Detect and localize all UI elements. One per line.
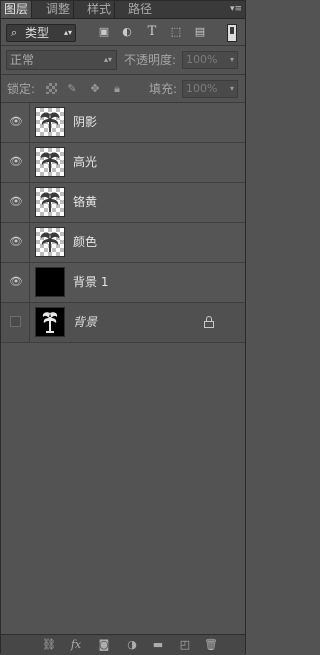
link-layers-icon[interactable]: ⛓︎ bbox=[42, 638, 56, 652]
eye-visibility-icon[interactable]: 👁︎ bbox=[9, 156, 23, 168]
panel-tab-bar: 图层 调整 样式 路径 ▾≡ bbox=[1, 1, 245, 19]
tab-paths[interactable]: 路径 bbox=[125, 1, 155, 18]
eye-visibility-icon[interactable]: 👁︎ bbox=[9, 196, 23, 208]
divider bbox=[1, 74, 245, 75]
opacity-field[interactable]: 100% ▾ bbox=[182, 51, 238, 69]
layers-footer-toolbar: ⛓︎ fx ◙ ◑ ▬ ◰ 🗑︎ bbox=[1, 634, 245, 655]
new-layer-icon[interactable]: ◰ bbox=[178, 638, 192, 652]
eye-visibility-icon[interactable]: 👁︎ bbox=[9, 236, 23, 248]
layer-thumbnail bbox=[35, 227, 65, 257]
layer-row[interactable]: 👁︎ 背景 1 bbox=[1, 263, 245, 303]
divider bbox=[1, 45, 245, 46]
layer-thumbnail bbox=[35, 307, 65, 337]
layer-list: 👁︎ 阴影 👁︎ 高光 👁︎ 铬黄 👁︎ 颜色 👁︎ 背景 1 背景 bbox=[1, 103, 245, 343]
shape-filter-icon[interactable]: ⬚ bbox=[169, 25, 183, 39]
fill-value: 100% bbox=[186, 82, 218, 95]
lock-pixels-icon[interactable]: ✎ bbox=[65, 82, 79, 96]
layer-name[interactable]: 铬黄 bbox=[73, 183, 97, 222]
layer-thumbnail bbox=[35, 107, 65, 137]
layer-thumbnail bbox=[35, 147, 65, 177]
layer-row[interactable]: 背景 bbox=[1, 303, 245, 343]
panel-menu-icon[interactable]: ▾≡ bbox=[230, 2, 242, 16]
smart-object-filter-icon[interactable]: ▤ bbox=[193, 25, 207, 39]
trash-icon[interactable]: 🗑︎ bbox=[204, 638, 218, 652]
tab-adjustments[interactable]: 调整 bbox=[43, 1, 75, 18]
divider bbox=[29, 143, 30, 182]
fill-label: 填充: bbox=[149, 82, 178, 96]
blend-mode-value: 正常 bbox=[10, 53, 35, 67]
lock-all-icon[interactable]: 🔒︎ bbox=[110, 82, 124, 96]
mask-icon[interactable]: ◙ bbox=[97, 638, 111, 652]
lock-icon bbox=[204, 316, 214, 328]
layer-thumbnail bbox=[35, 187, 65, 217]
layer-row[interactable]: 👁︎ 高光 bbox=[1, 143, 245, 183]
lock-label: 锁定: bbox=[7, 82, 36, 96]
divider bbox=[29, 183, 30, 222]
lock-position-icon[interactable]: ✥ bbox=[88, 82, 102, 96]
layer-name[interactable]: 阴影 bbox=[73, 103, 97, 142]
layer-row[interactable]: 👁︎ 阴影 bbox=[1, 103, 245, 143]
layer-row[interactable]: 👁︎ 颜色 bbox=[1, 223, 245, 263]
divider bbox=[29, 263, 30, 302]
eye-visibility-icon[interactable]: 👁︎ bbox=[9, 116, 23, 128]
updown-arrow-icon: ▴▾ bbox=[63, 28, 72, 37]
opacity-value: 100% bbox=[186, 53, 218, 66]
fill-field[interactable]: 100% ▾ bbox=[182, 80, 238, 98]
divider bbox=[29, 103, 30, 142]
layer-name[interactable]: 高光 bbox=[73, 143, 97, 182]
blend-mode-dropdown[interactable]: 正常 ▴▾ bbox=[6, 50, 117, 70]
lock-transparency-icon[interactable] bbox=[46, 83, 57, 94]
layer-name[interactable]: 背景 bbox=[73, 303, 97, 342]
layer-row[interactable]: 👁︎ 铬黄 bbox=[1, 183, 245, 223]
hidden-visibility-box[interactable] bbox=[10, 316, 21, 327]
tab-layers[interactable]: 图层 bbox=[1, 1, 33, 18]
updown-arrow-icon: ▴▾ bbox=[103, 55, 112, 64]
dropdown-arrow-icon: ▾ bbox=[229, 84, 234, 93]
adjustment-filter-icon[interactable]: ◐ bbox=[120, 25, 134, 39]
dropdown-arrow-icon: ▾ bbox=[229, 55, 234, 64]
divider bbox=[29, 223, 30, 262]
filter-type-label: 类型 bbox=[25, 26, 50, 40]
fx-icon[interactable]: fx bbox=[69, 638, 83, 652]
layers-panel: 图层 调整 样式 路径 ▾≡ ⌕ 类型 ▴▾ ▣ ◐ T ⬚ ▤ 正常 ▴▾ 不… bbox=[0, 0, 246, 655]
text-filter-icon[interactable]: T bbox=[145, 25, 159, 39]
group-folder-icon[interactable]: ▬ bbox=[151, 638, 165, 652]
divider bbox=[29, 303, 30, 342]
layer-filter-dropdown[interactable]: ⌕ 类型 ▴▾ bbox=[6, 24, 76, 42]
opacity-label: 不透明度: bbox=[124, 53, 177, 67]
tab-styles[interactable]: 样式 bbox=[84, 1, 116, 18]
layer-name[interactable]: 背景 1 bbox=[73, 263, 108, 302]
image-filter-icon[interactable]: ▣ bbox=[97, 25, 111, 39]
layer-name[interactable]: 颜色 bbox=[73, 223, 97, 262]
search-icon: ⌕ bbox=[11, 26, 18, 39]
adjustment-layer-icon[interactable]: ◑ bbox=[125, 638, 139, 652]
layer-thumbnail bbox=[35, 267, 65, 297]
filter-toggle-switch[interactable] bbox=[227, 24, 237, 42]
eye-visibility-icon[interactable]: 👁︎ bbox=[9, 276, 23, 288]
